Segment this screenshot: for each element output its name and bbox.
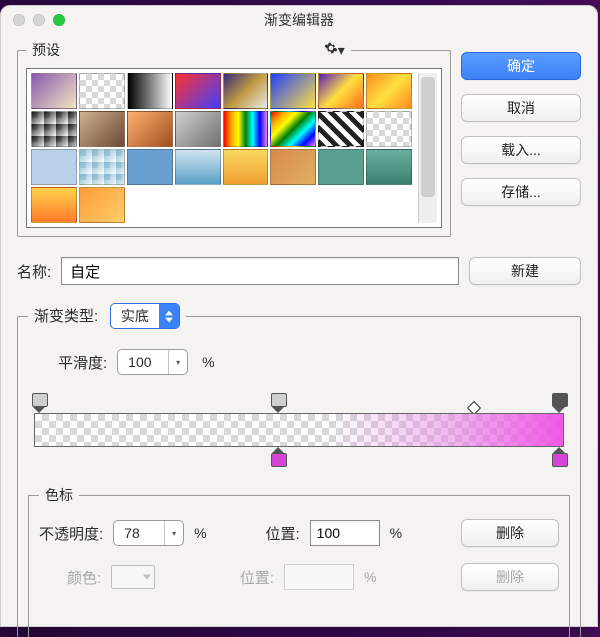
preset-swatch[interactable] [223,73,269,109]
preset-swatch[interactable] [31,187,77,223]
stops-legend: 色标 [45,487,73,503]
position-input[interactable] [310,520,380,546]
chevron-down-icon: ▾ [168,350,187,374]
preset-swatch[interactable] [366,149,412,185]
close-icon[interactable] [13,14,25,26]
smoothness-input[interactable]: 100 ▾ [117,349,188,375]
name-input[interactable] [61,257,459,285]
preset-swatch[interactable] [318,111,364,147]
minimize-icon[interactable] [33,14,45,26]
preset-swatch[interactable] [31,111,77,147]
gradient-type-select[interactable]: 实底 [110,303,180,329]
preset-swatch[interactable] [270,111,316,147]
preset-grid[interactable] [31,73,412,223]
presets-group: 预设 ▾ [17,40,451,237]
preset-swatch[interactable] [366,111,412,147]
title-bar: 渐变编辑器 [1,6,597,34]
gradient-track[interactable] [34,413,564,447]
cancel-button[interactable]: 取消 [461,94,581,122]
preset-swatch[interactable] [127,73,173,109]
chevron-up-down-icon [159,304,179,328]
percent-label: % [364,569,376,585]
preset-swatch[interactable] [79,187,125,223]
gradient-type-value: 实底 [111,306,159,326]
stops-group: 色标 不透明度: 78 ▾ % 位置: % 删除 颜色: [28,485,570,637]
gradient-group: 渐变类型: 实底 平滑度: 100 ▾ % [17,303,581,637]
maximize-icon[interactable] [53,14,65,26]
preset-swatch[interactable] [270,149,316,185]
presets-scrollbar[interactable] [418,73,437,223]
preset-swatch[interactable] [223,149,269,185]
opacity-value: 78 [114,525,164,541]
window-title: 渐变编辑器 [264,10,334,30]
color-stop[interactable] [271,447,285,465]
presets-area [26,68,442,228]
preset-swatch[interactable] [79,111,125,147]
new-button[interactable]: 新建 [469,257,581,285]
gradient-editor-window: 渐变编辑器 预设 ▾ [0,5,598,627]
preset-swatch[interactable] [366,73,412,109]
ok-button[interactable]: 确定 [461,52,581,80]
traffic-lights [13,14,65,26]
name-label: 名称: [17,261,51,282]
preset-swatch[interactable] [175,73,221,109]
opacity-stop[interactable] [32,393,46,411]
presets-legend: 预设 [32,42,60,58]
color-stop[interactable] [552,447,566,465]
preset-swatch[interactable] [127,149,173,185]
preset-swatch[interactable] [175,149,221,185]
opacity-stop[interactable] [271,393,285,411]
position2-label: 位置: [240,567,274,588]
preset-swatch[interactable] [223,111,269,147]
delete-color-stop-button: 删除 [461,563,559,591]
percent-label: % [202,354,214,370]
percent-label: % [194,525,206,541]
gradient-type-label: 渐变类型: [34,308,98,325]
preset-swatch[interactable] [79,149,125,185]
color-label: 颜色: [67,567,101,588]
gradient-editor[interactable] [34,389,564,469]
opacity-input[interactable]: 78 ▾ [113,520,184,546]
load-button[interactable]: 载入... [461,136,581,164]
opacity-label: 不透明度: [39,523,103,544]
position-label: 位置: [266,523,300,544]
save-button[interactable]: 存储... [461,178,581,206]
action-buttons: 确定 取消 载入... 存储... [461,52,581,206]
chevron-down-icon: ▾ [164,521,183,545]
percent-label: % [390,525,402,541]
preset-swatch[interactable] [127,111,173,147]
color-swatch [111,565,155,589]
preset-swatch[interactable] [318,149,364,185]
preset-swatch[interactable] [318,73,364,109]
smoothness-label: 平滑度: [58,352,107,373]
delete-opacity-stop-button[interactable]: 删除 [461,519,559,547]
position2-input [284,564,354,590]
preset-swatch[interactable] [270,73,316,109]
preset-swatch[interactable] [31,149,77,185]
preset-swatch[interactable] [79,73,125,109]
preset-swatch[interactable] [175,111,221,147]
preset-swatch[interactable] [31,73,77,109]
opacity-stop-selected[interactable] [552,393,566,411]
smoothness-value: 100 [118,354,168,370]
gear-icon[interactable]: ▾ [324,42,345,58]
